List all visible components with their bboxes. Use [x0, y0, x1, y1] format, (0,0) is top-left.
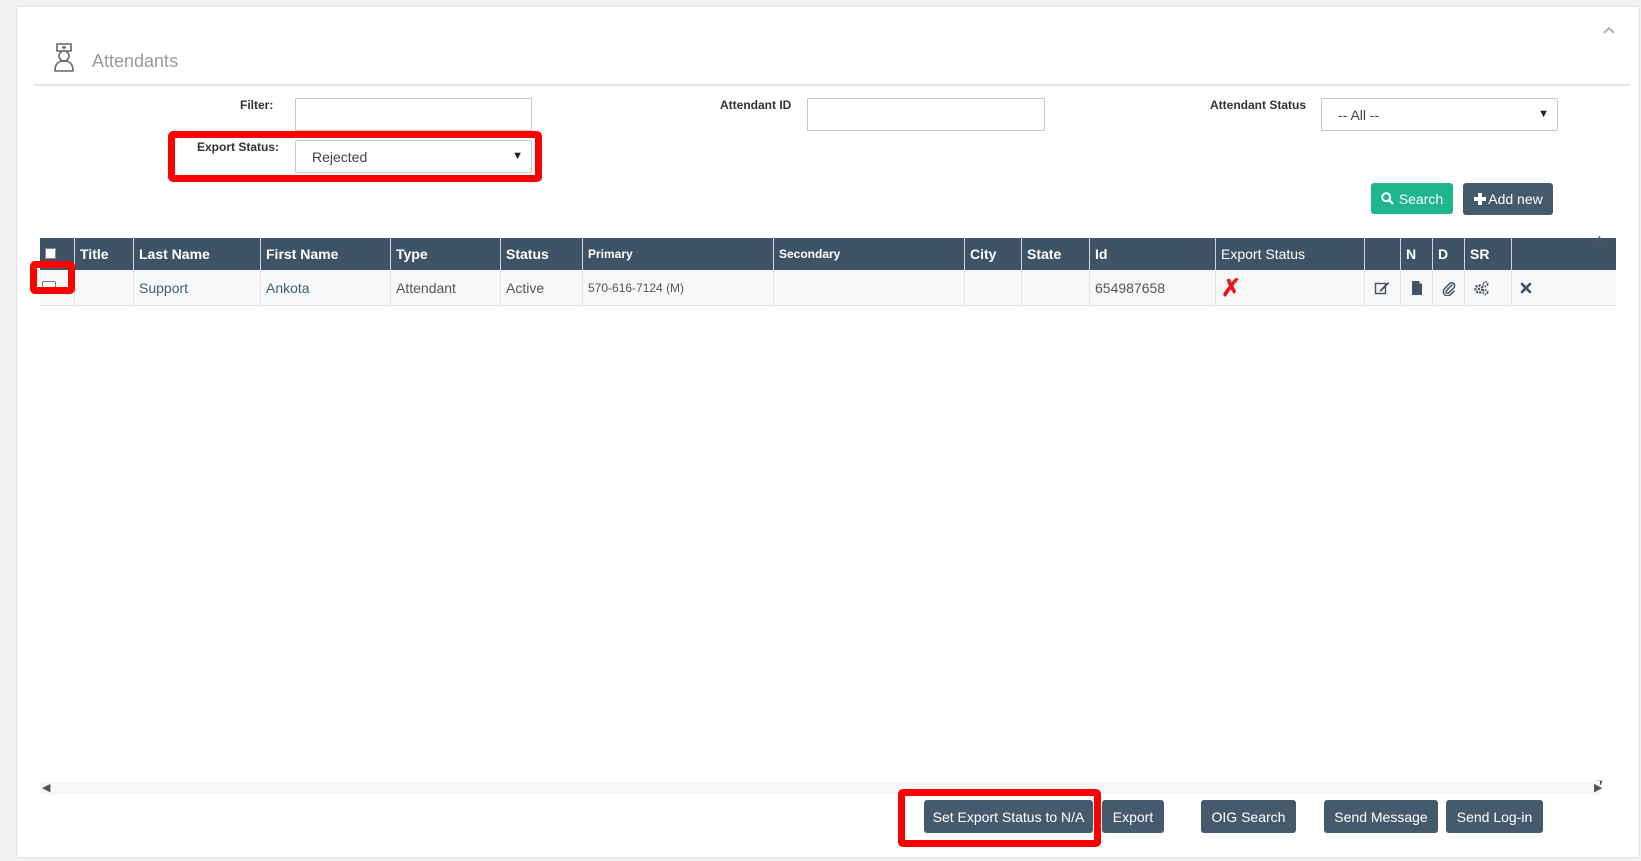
column-header[interactable]: Secondary — [773, 238, 964, 270]
attendant-status-label: Attendant Status — [1210, 98, 1306, 112]
scroll-up-icon[interactable]: ▲ — [1594, 233, 1605, 245]
attendant-id-label: Attendant ID — [720, 98, 792, 112]
column-header[interactable]: Last Name — [133, 238, 260, 270]
highlight-row-checkbox — [30, 261, 75, 294]
search-icon — [1381, 192, 1394, 205]
highlight-set-export-button — [898, 789, 1101, 847]
paperclip-icon[interactable] — [1441, 280, 1457, 296]
add-new-button-label: Add new — [1488, 191, 1543, 207]
cell-first-name[interactable]: Ankota — [260, 270, 390, 306]
cell-type: Attendant — [390, 270, 500, 306]
column-header[interactable]: Status — [500, 238, 582, 270]
column-header[interactable]: Primary — [582, 238, 773, 270]
add-new-button[interactable]: Add new — [1463, 183, 1553, 215]
column-header — [1511, 238, 1545, 270]
page-title: Attendants — [92, 51, 179, 71]
highlight-export-status — [168, 131, 542, 182]
plus-icon — [1474, 193, 1487, 205]
cell-city — [964, 270, 1021, 306]
horizontal-scrollbar[interactable] — [40, 781, 1600, 795]
filter-input[interactable] — [295, 98, 532, 131]
file-icon[interactable] — [1409, 280, 1425, 296]
column-header[interactable]: State — [1021, 238, 1089, 270]
filter-label: Filter: — [240, 98, 274, 112]
chevron-up-icon[interactable] — [1602, 23, 1616, 37]
column-header: SR — [1464, 238, 1511, 270]
column-header[interactable]: First Name — [260, 238, 390, 270]
column-header[interactable]: Title — [74, 238, 133, 270]
send-message-button[interactable]: Send Message — [1324, 800, 1438, 833]
scroll-left-icon[interactable]: ◀ — [42, 781, 50, 794]
cell-status: Active — [500, 270, 582, 306]
delete-cell — [1511, 270, 1545, 306]
cell-id: 654987658 — [1089, 270, 1215, 306]
table-header: Title Last Name First Name Type Status P… — [40, 238, 1616, 270]
column-header[interactable]: City — [964, 238, 1021, 270]
edit-icon[interactable] — [1374, 280, 1390, 296]
nurse-icon — [52, 42, 76, 72]
search-button-label: Search — [1398, 190, 1444, 207]
table-row[interactable]: Support Ankota Attendant Active 570-616-… — [40, 270, 1616, 306]
title-divider — [34, 84, 1630, 86]
cell-secondary — [773, 270, 964, 306]
column-header: N — [1400, 238, 1432, 270]
rejected-x-icon: ✗ — [1215, 270, 1364, 306]
column-header: D — [1432, 238, 1464, 270]
cell-last-name[interactable]: Support — [133, 270, 260, 306]
service-rules-cell — [1464, 270, 1511, 306]
cell-state — [1021, 270, 1089, 306]
attendant-status-value: -- All -- — [1338, 107, 1380, 123]
notes-cell — [1400, 270, 1432, 306]
column-header[interactable]: Type — [390, 238, 500, 270]
column-header — [1364, 238, 1400, 270]
column-header[interactable]: Id — [1089, 238, 1215, 270]
attendant-status-select[interactable]: -- All -- ▼ — [1321, 98, 1558, 131]
edit-cell — [1364, 270, 1400, 306]
cell-primary: 570-616-7124 (M) — [582, 270, 773, 306]
attendant-id-input[interactable] — [807, 98, 1045, 131]
oig-search-button[interactable]: OIG Search — [1201, 800, 1296, 833]
chevron-down-icon: ▼ — [1538, 108, 1549, 120]
documents-cell — [1432, 270, 1464, 306]
close-icon[interactable] — [1518, 280, 1534, 296]
search-button[interactable]: Search — [1371, 183, 1453, 214]
gears-icon[interactable] — [1473, 280, 1489, 296]
column-header[interactable]: Export Status — [1215, 238, 1364, 270]
cell-title — [74, 270, 133, 306]
send-login-button[interactable]: Send Log-in — [1446, 800, 1543, 833]
export-button[interactable]: Export — [1102, 800, 1164, 833]
select-all-checkbox[interactable] — [45, 248, 56, 259]
scroll-right-icon[interactable]: ▶ — [1594, 781, 1602, 794]
